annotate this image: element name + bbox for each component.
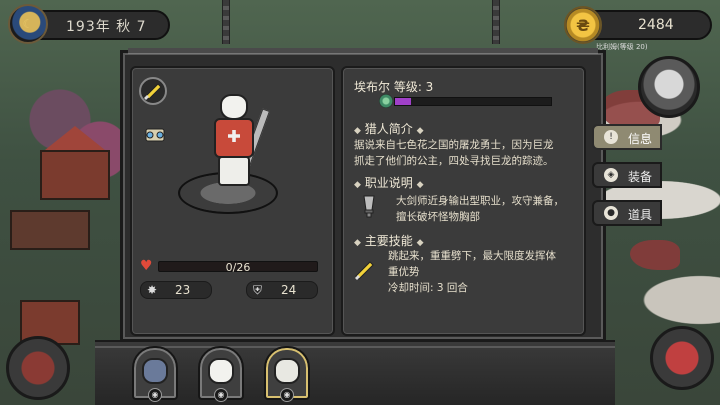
exp-bar xyxy=(394,97,552,106)
hanging-chain-left xyxy=(222,0,230,44)
exp-fill xyxy=(395,98,411,105)
roster-hero-bear[interactable]: ◉ xyxy=(264,346,310,402)
greatsword-icon xyxy=(356,193,382,219)
town-menu-button[interactable] xyxy=(6,336,70,400)
hanging-chain-right xyxy=(492,0,500,44)
bio-title: ◆ 猎人简介 ◆ xyxy=(354,122,424,136)
tab-info[interactable]: ! 信息 xyxy=(592,124,662,150)
scroll-skill-icon xyxy=(145,128,165,142)
bear-portrait-icon xyxy=(274,358,300,384)
skill-slot-passive[interactable] xyxy=(140,120,170,150)
heart-icon: ♥ xyxy=(140,258,153,274)
defense-value: 24 xyxy=(281,283,297,297)
hero-name-level: 埃布尔 等级: 3 xyxy=(354,80,434,94)
bag-icon: ● xyxy=(604,206,618,220)
date-text: 193年 秋 7 xyxy=(66,19,147,35)
skill-title: ◆ 主要技能 ◆ xyxy=(354,234,424,248)
panel-top-edge xyxy=(128,48,598,54)
sword-skill-icon xyxy=(139,77,167,105)
slash-skill-icon xyxy=(352,256,378,282)
hero-figure xyxy=(210,94,271,194)
attack-stat: ✸ 23 xyxy=(140,281,212,299)
skill-text: 跳起来，重重劈下，最大限度发挥体 重优势 冷却时间: 3 回合 xyxy=(388,250,556,294)
defense-stat: ⛨ 24 xyxy=(246,281,318,299)
bio-text: 据说来自七色花之国的屠龙勇士，因为巨龙 抓走了他们的公主，四处寻找巨龙的踪迹。 xyxy=(354,139,554,167)
gold-coin-icon: ₴ xyxy=(564,6,602,44)
tab-equipment[interactable]: ◈ 装备 xyxy=(592,162,662,188)
job-title: ◆ 职业说明 ◆ xyxy=(354,176,424,190)
cooldown-text: 冷却时间: 3 回合 xyxy=(388,282,468,294)
hp-row: ♥ 0/26 xyxy=(140,258,318,274)
hp-bar: 0/26 xyxy=(158,261,318,274)
roster-badge-icon: ◉ xyxy=(214,388,228,402)
hp-text: 0/26 xyxy=(225,261,251,274)
season-moon-icon: ☾ xyxy=(8,4,48,44)
roster-badge-icon: ◉ xyxy=(148,388,162,402)
roster-badge-icon: ◉ xyxy=(280,388,294,402)
exp-row xyxy=(379,94,552,108)
skill-slot-active[interactable] xyxy=(138,76,168,106)
attack-value: 23 xyxy=(175,283,191,297)
attack-burst-icon: ✸ xyxy=(147,283,158,297)
battle-menu-button[interactable] xyxy=(650,326,714,390)
roster-hero-pirate[interactable]: ◉ xyxy=(132,346,178,402)
tab-items[interactable]: ● 道具 xyxy=(592,200,662,226)
shield-icon: ⛨ xyxy=(253,283,263,297)
info-icon: ! xyxy=(604,130,618,144)
npc-portrait[interactable] xyxy=(638,56,700,118)
eagle-portrait-icon xyxy=(208,358,234,384)
level-gem-icon xyxy=(379,94,393,108)
roster-hero-eagle[interactable]: ◉ xyxy=(198,346,244,402)
armor-icon: ◈ xyxy=(604,168,618,182)
job-text: 大剑师近身输出型职业，攻守兼备， 擅长破坏怪物胸部 xyxy=(396,195,564,223)
pirate-portrait-icon xyxy=(142,358,168,384)
gold-amount: 2484 xyxy=(638,17,674,33)
